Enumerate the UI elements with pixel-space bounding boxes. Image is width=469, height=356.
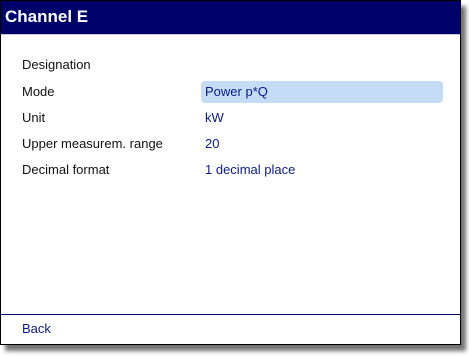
back-button[interactable]: Back [22,321,51,336]
settings-list: Designation Mode Power p*Q Unit kW Upper… [1,36,460,315]
mode-value: Power p*Q [205,84,268,99]
mode-value-selected[interactable]: Power p*Q [201,81,443,103]
decimal-format-label: Decimal format [22,162,110,177]
dialog-title: Channel E [1,1,460,35]
row-designation[interactable]: Designation [1,54,460,76]
dialog-footer: Back [1,317,460,344]
upper-range-value: 20 [205,136,220,151]
unit-label: Unit [22,110,46,125]
row-unit[interactable]: Unit kW [1,107,460,129]
row-mode[interactable]: Mode Power p*Q [1,81,460,103]
mode-label: Mode [22,84,55,99]
upper-range-label: Upper measurem. range [22,136,163,151]
channel-dialog: Channel E Designation Mode Power p*Q Uni… [0,0,461,345]
designation-label: Designation [22,57,91,72]
unit-value: kW [205,110,224,125]
decimal-format-value: 1 decimal place [205,162,296,177]
row-upper-range[interactable]: Upper measurem. range 20 [1,133,460,155]
row-decimal-format[interactable]: Decimal format 1 decimal place [1,159,460,181]
